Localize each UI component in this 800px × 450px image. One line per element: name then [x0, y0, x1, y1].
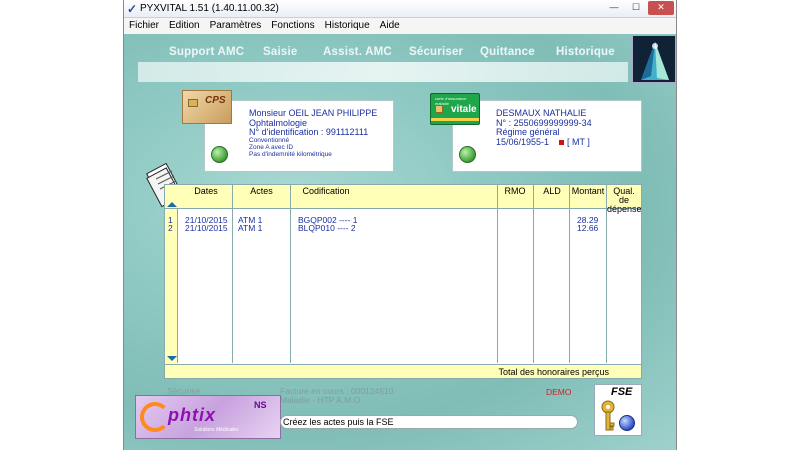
practitioner-note: Pas d'indemnité kilométrique — [249, 150, 332, 158]
column-header-dates[interactable]: Dates — [180, 187, 232, 196]
app-icon: ✓ — [127, 2, 138, 16]
cps-card-icon: CPS — [182, 90, 232, 124]
column-header-codification[interactable]: Codification — [291, 187, 361, 196]
pyramid-logo — [632, 35, 676, 83]
row-date: 21/10/2015 — [185, 223, 228, 233]
row-index: 2 — [168, 223, 173, 233]
ophtix-logo-text: phtix — [168, 405, 216, 425]
desktop: ✓ PYXVITAL 1.51 (1.40.11.00.32) — ☐ ✕ Fi… — [0, 0, 800, 450]
column-divider — [606, 185, 607, 363]
menu-fichier[interactable]: Fichier — [124, 18, 164, 34]
practitioner-status-icon[interactable] — [211, 146, 228, 163]
demo-badge: DEMO — [546, 387, 572, 397]
minimize-button[interactable]: — — [604, 1, 624, 15]
column-divider — [533, 185, 534, 363]
key-icon — [601, 400, 615, 431]
menu-historique[interactable]: Historique — [320, 18, 375, 34]
fse-status-icon — [619, 415, 635, 431]
row-montant: 12.66 — [577, 223, 599, 233]
patient-info: DESMAUX NATHALIE N° : 2550699999999-34 R… — [496, 108, 592, 148]
acts-table[interactable]: Dates Actes Codification RMO ALD Montant… — [164, 184, 642, 379]
tab-saisie[interactable]: Saisie — [263, 46, 297, 58]
row-acte: ATM 1 — [238, 223, 263, 233]
chip-icon — [188, 99, 198, 107]
pyramid-icon — [641, 42, 669, 80]
window-title: PYXVITAL 1.51 (1.40.11.00.32) — [140, 3, 279, 14]
patient-birth: 15/06/1955-1 — [496, 136, 550, 147]
nav-tabs: Support AMC Saisie Assist. AMC Sécuriser… — [124, 46, 676, 60]
column-header-ald[interactable]: ALD — [534, 187, 570, 196]
ophtix-ns-text: NS — [254, 400, 267, 410]
fse-button[interactable]: FSE — [594, 384, 642, 436]
menu-bar: Fichier Edition Paramètres Fonctions His… — [124, 18, 676, 34]
patient-mt-tag: [ MT ] — [567, 136, 590, 147]
column-header-qual-depense[interactable]: Qual. de dépense — [607, 187, 642, 214]
fse-label: FSE — [611, 386, 633, 398]
menu-parametres[interactable]: Paramètres — [205, 18, 267, 34]
column-divider — [232, 185, 233, 363]
red-square-icon — [559, 139, 565, 145]
tab-assist-amc[interactable]: Assist. AMC — [323, 46, 392, 58]
ophtix-logo: phtix NS Solutions Médicales — [135, 395, 281, 439]
ophtix-subtitle: Solutions Médicales — [194, 427, 239, 433]
column-header-rmo[interactable]: RMO — [497, 187, 533, 196]
menu-fonctions[interactable]: Fonctions — [266, 18, 319, 34]
vitale-card-icon: carte d'assurance maladie vitale — [430, 93, 480, 125]
tab-support-amc[interactable]: Support AMC — [169, 46, 244, 58]
column-header-actes[interactable]: Actes — [233, 187, 290, 196]
menu-aide[interactable]: Aide — [375, 18, 405, 34]
nav-highlight-strip — [138, 62, 628, 82]
tab-securiser[interactable]: Sécuriser — [409, 46, 463, 58]
close-button[interactable]: ✕ — [648, 1, 674, 15]
total-honoraires-label: Total des honoraires perçus — [498, 367, 609, 377]
tab-quittance[interactable]: Quittance — [480, 46, 535, 58]
column-divider — [497, 185, 498, 363]
table-footer: Total des honoraires perçus — [165, 364, 641, 378]
invoice-info: Facture en cours : 000124510 Maladie - H… — [280, 387, 393, 405]
title-bar[interactable]: ✓ PYXVITAL 1.51 (1.40.11.00.32) — ☐ ✕ — [124, 0, 676, 18]
patient-birth-line: 15/06/1955-1 [ MT ] — [496, 136, 592, 148]
vitale-band — [431, 118, 479, 121]
row-code: BLQP010 ---- 2 — [298, 223, 356, 233]
scroll-down-icon[interactable] — [167, 356, 177, 361]
pyxvital-window: ✓ PYXVITAL 1.51 (1.40.11.00.32) — ☐ ✕ Fi… — [123, 0, 677, 450]
message-bar: Créez les actes puis la FSE — [280, 415, 578, 429]
swirl-icon — [140, 402, 170, 432]
table-row[interactable]: 2 21/10/2015 ATM 1 BLQP010 ---- 2 12.66 — [165, 224, 641, 233]
tab-historique[interactable]: Historique — [556, 46, 615, 58]
vitale-logo-text: vitale — [451, 104, 477, 115]
chip-icon — [435, 105, 443, 113]
scroll-up-icon[interactable] — [167, 202, 177, 207]
cps-logo-text: CPS — [205, 95, 226, 106]
window-controls: — ☐ ✕ — [604, 1, 674, 15]
column-header-montant[interactable]: Montant — [570, 187, 606, 196]
practitioner-info: Monsieur OEIL JEAN PHILIPPE Ophtalmologi… — [249, 108, 377, 138]
patient-status-icon[interactable] — [459, 146, 476, 163]
maximize-button[interactable]: ☐ — [626, 1, 646, 15]
message-text: Créez les actes puis la FSE — [283, 417, 394, 427]
column-divider — [290, 185, 291, 363]
main-panel: Support AMC Saisie Assist. AMC Sécuriser… — [124, 34, 676, 450]
column-divider — [569, 185, 570, 363]
insurance-info: Maladie - HTP A.M.O. — [280, 395, 363, 405]
practitioner-notes: Conventionné Zone A avec ID Pas d'indemn… — [249, 137, 332, 158]
menu-edition[interactable]: Edition — [164, 18, 205, 34]
